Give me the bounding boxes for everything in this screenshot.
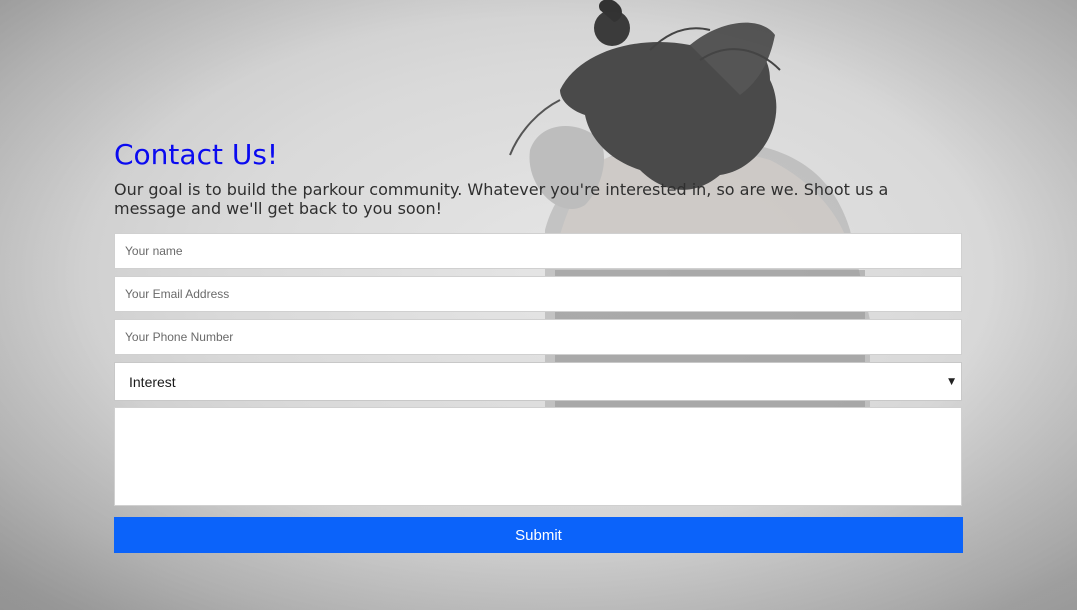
interest-select-value: Interest: [129, 373, 176, 390]
name-input[interactable]: [114, 233, 962, 269]
interest-select[interactable]: Interest ▼: [114, 362, 962, 401]
contact-form: Interest ▼ Submit: [114, 233, 963, 553]
message-textarea[interactable]: [114, 407, 962, 506]
phone-input[interactable]: [114, 319, 962, 355]
page-title: Contact Us!: [114, 138, 279, 171]
submit-button[interactable]: Submit: [114, 517, 963, 553]
email-input[interactable]: [114, 276, 962, 312]
interest-select-box[interactable]: Interest ▼: [114, 362, 962, 401]
intro-text: Our goal is to build the parkour communi…: [114, 180, 889, 218]
caret-down-icon: ▼: [948, 376, 955, 387]
contact-section: Contact Us! Our goal is to build the par…: [114, 136, 963, 553]
